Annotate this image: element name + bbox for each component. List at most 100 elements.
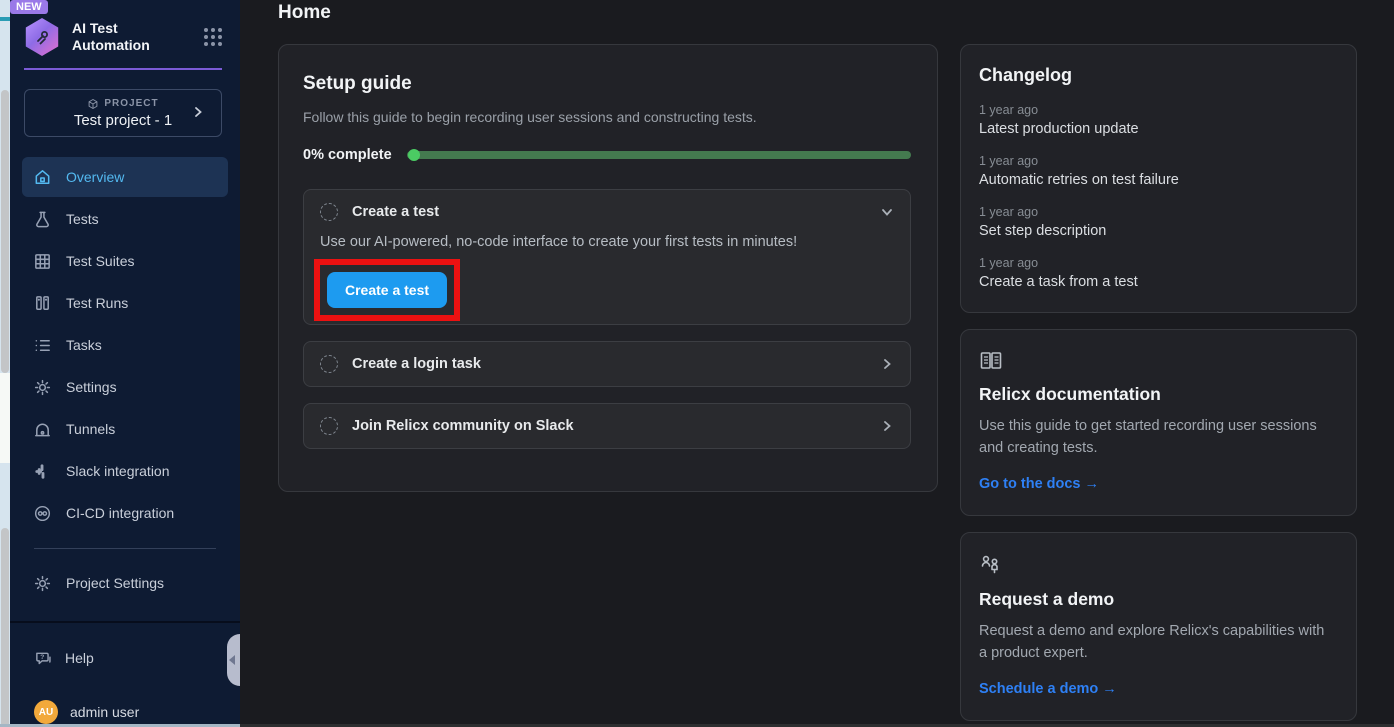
changelog-entry: 1 year ago Create a task from a test xyxy=(979,256,1334,290)
documentation-card: Relicx documentation Use this guide to g… xyxy=(960,329,1357,516)
request-demo-title: Request a demo xyxy=(979,589,1334,610)
background-light-segment xyxy=(0,373,10,463)
main-content: Home Setup guide Follow this guide to be… xyxy=(240,0,1394,727)
home-icon xyxy=(32,168,52,187)
sidebar-collapse-handle[interactable] xyxy=(227,634,240,686)
background-scrollbar-thumb xyxy=(1,90,9,373)
sidebar-item-label: Project Settings xyxy=(66,575,164,591)
sidebar-item-label: Tasks xyxy=(66,337,102,353)
sidebar-item-label: Tests xyxy=(66,211,99,227)
project-selector[interactable]: PROJECT Test project - 1 xyxy=(24,89,222,137)
chevron-right-icon[interactable] xyxy=(880,419,894,433)
brand-divider xyxy=(24,68,222,70)
changelog-entry-title: Set step description xyxy=(979,223,1334,239)
setup-guide-subtitle: Follow this guide to begin recording use… xyxy=(303,109,911,125)
sidebar-item-settings[interactable]: Settings xyxy=(22,367,228,407)
chevron-down-icon[interactable] xyxy=(880,205,894,219)
changelog-entry: 1 year ago Set step description xyxy=(979,205,1334,239)
sidebar-item-overview[interactable]: Overview xyxy=(22,157,228,197)
changelog-entry: 1 year ago Latest production update xyxy=(979,103,1334,137)
setup-guide-card: Setup guide Follow this guide to begin r… xyxy=(278,44,938,492)
cicd-icon xyxy=(32,504,52,523)
book-icon xyxy=(979,350,1334,372)
sidebar-item-label: Slack integration xyxy=(66,463,170,479)
changelog-time: 1 year ago xyxy=(979,205,1334,219)
progress-label: 0% complete xyxy=(303,147,392,163)
gear-icon xyxy=(32,378,52,397)
changelog-time: 1 year ago xyxy=(979,103,1334,117)
app-logo xyxy=(24,18,60,56)
step-title: Create a test xyxy=(352,204,439,220)
go-to-docs-link[interactable]: Go to the docs → xyxy=(979,476,1099,492)
request-demo-description: Request a demo and explore Relicx's capa… xyxy=(979,620,1334,665)
help-icon: ? xyxy=(34,649,53,668)
chevron-right-icon[interactable] xyxy=(880,357,894,371)
columns-icon xyxy=(32,294,52,313)
setup-progress: 0% complete xyxy=(303,147,911,163)
sidebar-item-tasks[interactable]: Tasks xyxy=(22,325,228,365)
people-icon xyxy=(979,553,1334,577)
user-menu[interactable]: AU admin user xyxy=(10,697,240,727)
sidebar-item-cicd-integration[interactable]: CI-CD integration xyxy=(22,493,228,533)
create-a-test-button[interactable]: Create a test xyxy=(327,272,447,308)
setup-steps: Create a test Use our AI-powered, no-cod… xyxy=(303,189,911,449)
background-teal-line xyxy=(0,17,10,21)
sidebar-item-label: Overview xyxy=(66,169,124,185)
sidebar-item-test-suites[interactable]: Test Suites xyxy=(22,241,228,281)
sidebar-item-label: Test Suites xyxy=(66,253,134,269)
incomplete-step-icon xyxy=(320,203,338,221)
request-demo-card: Request a demo Request a demo and explor… xyxy=(960,532,1357,721)
sidebar-item-test-runs[interactable]: Test Runs xyxy=(22,283,228,323)
page-title: Home xyxy=(278,2,1357,24)
chevron-right-icon xyxy=(191,105,205,119)
progress-dot xyxy=(408,149,420,161)
project-label: PROJECT xyxy=(104,98,158,109)
sidebar-item-tunnels[interactable]: Tunnels xyxy=(22,409,228,449)
flask-icon xyxy=(32,210,52,229)
sidebar-divider xyxy=(34,548,216,549)
step-join-slack-community: Join Relicx community on Slack xyxy=(303,403,911,449)
help-label: Help xyxy=(65,650,94,666)
sidebar-item-slack-integration[interactable]: Slack integration xyxy=(22,451,228,491)
background-scrollbar-thumb xyxy=(1,528,9,727)
sidebar-item-label: Test Runs xyxy=(66,295,128,311)
schedule-demo-link[interactable]: Schedule a demo → xyxy=(979,681,1117,697)
sidebar: NEW AI Test Automation PROJECT Test proj… xyxy=(10,0,240,727)
svg-text:?: ? xyxy=(40,654,44,661)
sidebar-item-tests[interactable]: Tests xyxy=(22,199,228,239)
setup-guide-title: Setup guide xyxy=(303,73,911,95)
user-name: admin user xyxy=(70,704,139,720)
changelog-time: 1 year ago xyxy=(979,154,1334,168)
cube-icon xyxy=(87,98,99,110)
right-column: Changelog 1 year ago Latest production u… xyxy=(960,44,1357,721)
apps-grid-icon[interactable] xyxy=(204,28,222,46)
progress-bar xyxy=(407,151,911,159)
step-title: Join Relicx community on Slack xyxy=(352,418,574,434)
sidebar-footer: ? Help AU admin user xyxy=(10,621,240,724)
changelog-title: Changelog xyxy=(979,65,1334,86)
step-create-a-test: Create a test Use our AI-powered, no-cod… xyxy=(303,189,911,325)
new-badge: NEW xyxy=(10,0,48,14)
slack-icon xyxy=(32,462,52,481)
changelog-entry: 1 year ago Automatic retries on test fai… xyxy=(979,154,1334,188)
gear-icon xyxy=(32,574,52,593)
changelog-entry-title: Automatic retries on test failure xyxy=(979,172,1334,188)
help-button[interactable]: ? Help xyxy=(10,643,240,673)
step-create-a-login-task: Create a login task xyxy=(303,341,911,387)
click-highlight-annotation: Create a test xyxy=(314,259,460,321)
step-header[interactable]: Create a login task xyxy=(304,342,910,386)
sidebar-item-label: CI-CD integration xyxy=(66,505,174,521)
documentation-title: Relicx documentation xyxy=(979,384,1334,405)
changelog-time: 1 year ago xyxy=(979,256,1334,270)
project-name: Test project - 1 xyxy=(74,112,172,129)
step-title: Create a login task xyxy=(352,356,481,372)
changelog-card: Changelog 1 year ago Latest production u… xyxy=(960,44,1357,313)
sidebar-nav: Overview Tests Test Suites xyxy=(10,157,240,603)
incomplete-step-icon xyxy=(320,417,338,435)
step-header[interactable]: Create a test xyxy=(304,190,910,234)
sidebar-item-project-settings[interactable]: Project Settings xyxy=(22,563,228,603)
table-icon xyxy=(32,252,52,271)
step-header[interactable]: Join Relicx community on Slack xyxy=(304,404,910,448)
avatar: AU xyxy=(34,700,58,724)
step-description: Use our AI-powered, no-code interface to… xyxy=(304,234,910,250)
